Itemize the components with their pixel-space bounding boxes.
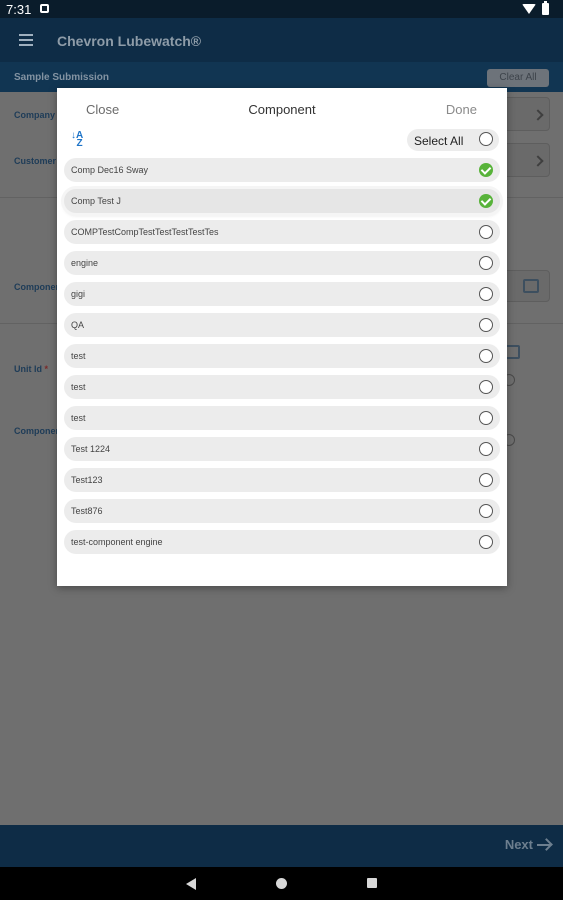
unchecked-circle-icon[interactable]	[479, 504, 493, 518]
unchecked-circle-icon[interactable]	[479, 225, 493, 239]
app-title: Chevron Lubewatch®	[57, 33, 202, 49]
app-bar: Chevron Lubewatch®	[0, 18, 563, 62]
component-name: test-component engine	[71, 537, 163, 547]
system-nav-bar	[0, 867, 563, 900]
status-bar: 7:31	[0, 0, 563, 18]
unchecked-circle-icon[interactable]	[479, 380, 493, 394]
component-name: test	[71, 351, 86, 361]
select-all-label: Select All	[414, 134, 464, 148]
chevron-right-icon	[532, 109, 544, 121]
component-list-item[interactable]: Test123	[64, 468, 500, 492]
component-name: Comp Dec16 Sway	[71, 165, 149, 175]
company-label: Company	[14, 110, 56, 120]
back-icon[interactable]	[186, 878, 196, 890]
select-all-radio[interactable]	[479, 132, 493, 146]
component-name: Test876	[71, 506, 103, 516]
recent-apps-icon[interactable]	[367, 878, 377, 888]
component-list-item[interactable]: Test 1224	[64, 437, 500, 461]
component-picker-dialog: Component Close Done ↓A Z Select All Com…	[57, 88, 507, 586]
scan-icon[interactable]	[523, 279, 539, 293]
component-name: Test123	[71, 475, 103, 485]
component-name: engine	[71, 258, 99, 268]
component-list-item[interactable]: Comp Dec16 Sway	[64, 158, 500, 182]
customer-label: Customer	[14, 156, 57, 166]
bottom-action-bar: Next	[0, 825, 563, 867]
customer-field[interactable]	[500, 143, 550, 177]
dialog-title: Component	[248, 102, 316, 117]
component-field[interactable]	[500, 270, 550, 302]
component-name: Comp Test J	[71, 196, 121, 206]
wifi-icon	[522, 4, 536, 14]
chevron-right-icon	[532, 155, 544, 167]
component-list-item[interactable]: COMPTestCompTestTestTestTestTes	[64, 220, 500, 244]
component-name: test	[71, 382, 86, 392]
component-list-item[interactable]: test	[64, 344, 500, 368]
notification-icon	[40, 4, 49, 13]
arrow-right-icon	[537, 843, 551, 846]
component-list-item[interactable]: test	[64, 406, 500, 430]
unchecked-circle-icon[interactable]	[479, 256, 493, 270]
component-name: Test 1224	[71, 444, 111, 454]
battery-icon	[542, 1, 549, 15]
select-all-toggle[interactable]: Select All	[407, 129, 499, 151]
component-name: COMPTestCompTestTestTestTestTes	[71, 227, 219, 237]
close-button[interactable]: Close	[86, 102, 119, 117]
component-list-item[interactable]: Test876	[64, 499, 500, 523]
component-name: gigi	[71, 289, 86, 299]
company-field[interactable]	[500, 97, 550, 131]
component-name: test	[71, 413, 86, 423]
done-button[interactable]: Done	[446, 102, 477, 117]
component-list-item[interactable]: engine	[64, 251, 500, 275]
checked-circle-icon[interactable]	[479, 194, 493, 208]
status-time: 7:31	[6, 2, 32, 17]
section-title: Sample Submission	[14, 72, 110, 83]
component-list-item[interactable]: Comp Test J	[64, 189, 500, 213]
next-button[interactable]: Next	[505, 837, 551, 852]
component-list-item[interactable]: test-component engine	[64, 530, 500, 554]
clear-all-button[interactable]: Clear All	[487, 69, 549, 87]
unchecked-circle-icon[interactable]	[479, 318, 493, 332]
hamburger-menu-icon[interactable]	[19, 34, 33, 46]
sort-az-icon[interactable]: ↓A Z	[71, 131, 89, 149]
unchecked-circle-icon[interactable]	[479, 473, 493, 487]
component-list-item[interactable]: gigi	[64, 282, 500, 306]
component-list: Comp Dec16 Sway Comp Test J COMPTestCompTe…	[64, 158, 500, 561]
component-list-item[interactable]: QA	[64, 313, 500, 337]
unchecked-circle-icon[interactable]	[479, 349, 493, 363]
unchecked-circle-icon[interactable]	[479, 411, 493, 425]
checked-circle-icon[interactable]	[479, 163, 493, 177]
component-name: QA	[71, 320, 85, 330]
unchecked-circle-icon[interactable]	[479, 442, 493, 456]
system-icons	[522, 1, 549, 15]
unchecked-circle-icon[interactable]	[479, 287, 493, 301]
unit-id-label: Unit Id *	[14, 364, 49, 374]
unchecked-circle-icon[interactable]	[479, 535, 493, 549]
home-icon[interactable]	[276, 878, 287, 889]
component-list-item[interactable]: test	[64, 375, 500, 399]
